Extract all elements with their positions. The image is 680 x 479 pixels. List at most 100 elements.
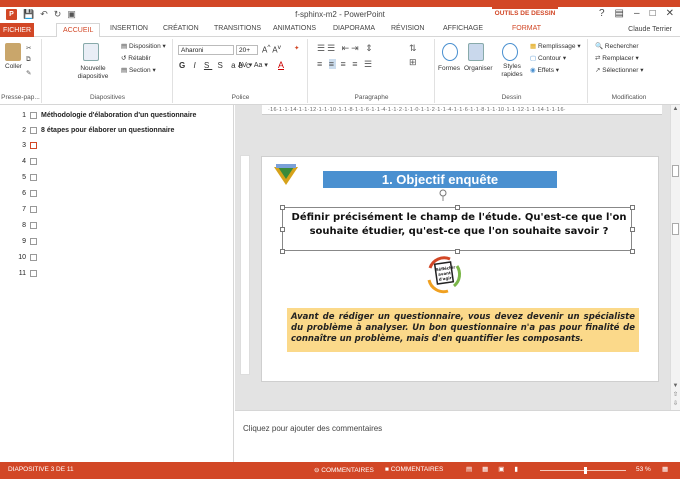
shapes-button[interactable]: Formes	[438, 65, 460, 72]
scroll-nav-icons[interactable]: ▼ ⇧ ⇩	[672, 382, 679, 409]
clear-format-icon[interactable]: ✦	[294, 44, 299, 52]
resize-handle[interactable]	[280, 227, 285, 232]
shape-outline-label: Contour	[537, 55, 562, 62]
text-direction-icon[interactable]: ⇅	[409, 43, 417, 54]
zoom-level[interactable]: 53 %	[636, 466, 651, 473]
group-label-slides: Diapositives	[89, 94, 126, 101]
grow-font-icon[interactable]: A^ Av	[262, 44, 281, 55]
vertical-scrollbar[interactable]: ▲ ▼ ⇧ ⇩	[670, 105, 680, 410]
thumbnail-row[interactable]: 8	[18, 222, 37, 229]
resize-handle[interactable]	[630, 249, 635, 254]
thumbnail-row[interactable]: 7	[18, 206, 37, 213]
replace-button[interactable]: ⇄ Remplacer ▾	[595, 54, 639, 62]
ribbon-display-icon[interactable]: ▤	[615, 8, 624, 19]
tab-diaporama[interactable]: DIAPORAMA	[333, 25, 375, 32]
group-slides: Nouvelle diapositive ▤ Disposition ▾ ↺ R…	[43, 39, 173, 103]
format-painter-icon[interactable]: ✎	[26, 69, 31, 77]
comments-button[interactable]: ■ COMMENTAIRES	[385, 466, 443, 473]
font-size-combo[interactable]: 20+	[236, 45, 258, 55]
tab-fichier[interactable]: FICHIER	[0, 23, 34, 37]
thumbnail-row-selected[interactable]: 3	[18, 142, 37, 149]
help-icon[interactable]: ?	[599, 8, 605, 19]
thumbnail-row[interactable]: 5	[18, 174, 37, 181]
thumbnail-row[interactable]: 10	[18, 254, 37, 261]
fit-slide-icon[interactable]: ▦	[662, 465, 668, 473]
replace-label: Remplacer	[602, 55, 634, 62]
highlight-quote[interactable]: Avant de rédiger un questionnaire, vous …	[287, 308, 639, 352]
workspace: 1 Méthodologie d'élaboration d'un questio…	[0, 105, 680, 462]
align-text-icon[interactable]: ⊞	[409, 57, 417, 68]
current-slide[interactable]: 1. Objectif enquête Définir précisément …	[261, 156, 659, 382]
quick-styles-icon[interactable]	[502, 43, 518, 61]
slide-thumbnail-pane[interactable]: 1 Méthodologie d'élaboration d'un questio…	[0, 105, 234, 462]
thumbnail-row[interactable]: 1 Méthodologie d'élaboration d'un questio…	[18, 112, 196, 119]
paste-icon[interactable]	[5, 43, 21, 61]
scroll-up-icon[interactable]: ▲	[672, 106, 679, 114]
zoom-slider[interactable]	[540, 470, 626, 471]
font-color-icon[interactable]: A	[278, 60, 284, 70]
shape-outline-button[interactable]: ▢ Contour ▾	[530, 54, 566, 62]
reset-button[interactable]: ↺ Rétablir	[121, 54, 151, 62]
thumbnail-row[interactable]: 2 8 étapes pour élaborer un questionnaire	[18, 127, 174, 134]
paste-button[interactable]: Coller	[5, 63, 22, 70]
zoom-slider-thumb[interactable]	[584, 467, 587, 474]
tab-affichage[interactable]: AFFICHAGE	[443, 25, 483, 32]
find-button[interactable]: 🔍 Rechercher	[595, 42, 639, 50]
comments-toggle[interactable]: ⊖ COMMENTAIRES	[314, 466, 374, 474]
close-icon[interactable]: ✕	[666, 8, 674, 19]
group-editing: 🔍 Rechercher ⇄ Remplacer ▾ ↗ Sélectionne…	[589, 39, 669, 103]
horizontal-ruler: ·16·1·1·14·1·1·12·1·1·10·1·1·8·1·1·6·1·1…	[262, 105, 662, 115]
notes-placeholder[interactable]: Cliquez pour ajouter des commentaires	[243, 424, 382, 433]
font-name-combo[interactable]: Aharoni	[178, 45, 234, 55]
section-button[interactable]: ▤ Section ▾	[121, 66, 156, 74]
shapes-icon[interactable]	[442, 43, 458, 61]
tab-animations[interactable]: ANIMATIONS	[273, 25, 316, 32]
slide-title[interactable]: 1. Objectif enquête	[323, 171, 557, 188]
resize-handle[interactable]	[280, 249, 285, 254]
window-controls: ? ▤ – □ ✕	[599, 8, 674, 19]
tab-accueil[interactable]: ACCUEIL	[56, 23, 101, 38]
tab-transitions[interactable]: TRANSITIONS	[214, 25, 261, 32]
scroll-thumb-secondary[interactable]	[672, 223, 679, 235]
arrange-icon[interactable]	[468, 43, 484, 61]
thumbnail-number: 11	[18, 270, 26, 277]
resize-handle[interactable]	[280, 205, 285, 210]
quick-styles-button[interactable]: Styles rapides	[500, 63, 524, 79]
shape-fill-button[interactable]: ▦ Remplissage ▾	[530, 42, 581, 50]
group-paragraph: ☰☰ ⇤⇥ ⇕ ≡ ≡ ≡ ≡ ☰ ⇅ ⊞ Paragraphe	[309, 39, 435, 103]
arrange-button[interactable]: Organiser	[464, 65, 493, 72]
alignment-icons[interactable]: ≡ ≡ ≡ ≡ ☰	[317, 59, 374, 70]
resize-handle[interactable]	[455, 205, 460, 210]
scroll-thumb[interactable]	[672, 165, 679, 177]
select-button[interactable]: ↗ Sélectionner ▾	[595, 66, 643, 74]
view-buttons[interactable]: ▤▦▣▮	[466, 465, 528, 473]
context-tab-group: OUTILS DE DESSIN	[494, 10, 556, 17]
notes-pane[interactable]: Cliquez pour ajouter des commentaires	[235, 410, 680, 462]
tab-creation[interactable]: CRÉATION	[163, 25, 199, 32]
slide-body-text[interactable]: Définir précisément le champ de l'étude.…	[286, 211, 632, 239]
resize-handle[interactable]	[630, 205, 635, 210]
shape-effects-button[interactable]: ◉ Effets ▾	[530, 66, 559, 74]
user-name[interactable]: Claude Terrier	[628, 26, 672, 33]
maximize-icon[interactable]: □	[650, 8, 656, 19]
spacing-case-icon[interactable]: AV ▾ Aa ▾	[238, 61, 268, 69]
layout-button[interactable]: ▤ Disposition ▾	[121, 42, 166, 50]
tab-revision[interactable]: RÉVISION	[391, 25, 424, 32]
tab-insertion[interactable]: INSERTION	[110, 25, 148, 32]
bullets-icon[interactable]: ☰☰ ⇤⇥ ⇕	[317, 43, 375, 54]
thumbnail-row[interactable]: 6	[18, 190, 37, 197]
tab-format[interactable]: FORMAT	[512, 25, 541, 32]
thumbnail-row[interactable]: 9	[18, 238, 37, 245]
copy-icon[interactable]: ⧉	[26, 56, 31, 64]
cut-icon[interactable]: ✂	[26, 44, 31, 52]
rotate-handle-icon[interactable]	[438, 189, 448, 201]
thumbnail-row[interactable]: 11	[18, 270, 37, 277]
group-label-font: Police	[231, 94, 250, 101]
minimize-icon[interactable]: –	[634, 8, 640, 19]
thumbnail-row[interactable]: 4	[18, 158, 37, 165]
new-slide-button[interactable]: Nouvelle diapositive	[73, 65, 113, 81]
thumbnail-box	[30, 190, 37, 197]
think-cycle-graphic: Réfléchir avant d'agir	[424, 254, 464, 294]
thumbnail-box	[30, 112, 37, 119]
new-slide-icon[interactable]	[83, 43, 99, 61]
